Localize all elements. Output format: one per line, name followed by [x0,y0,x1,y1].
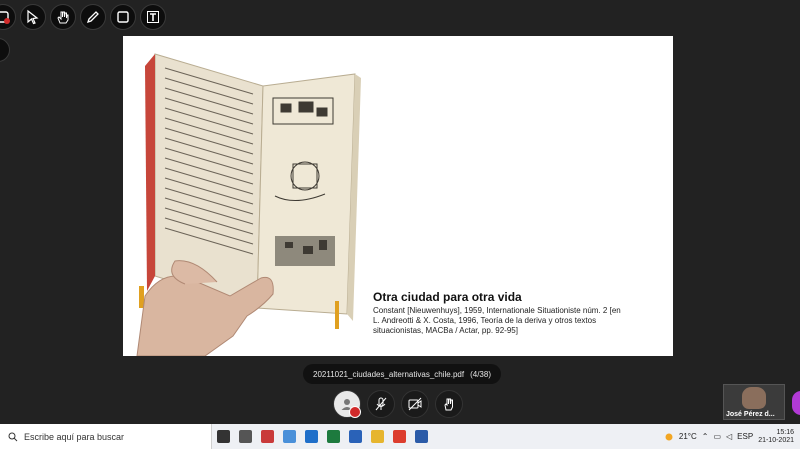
cortana-icon-glyph [216,430,230,443]
task-view-icon[interactable] [234,424,256,449]
network-icon[interactable]: ▭ [713,432,721,441]
participant-video [742,387,766,409]
date: 21-10-2021 [758,436,794,444]
app-icon[interactable] [278,424,300,449]
clock[interactable]: 15:16 21-10-2021 [758,429,794,445]
shared-slide: Otra ciudad para otra vida Constant [Nie… [123,36,673,356]
time: 15:16 [776,428,794,436]
chat-bubble-icon[interactable] [792,391,800,415]
slide-caption: Constant [Nieuwenhuys], 1959, Internatio… [373,306,621,335]
side-toggle-icon[interactable] [0,38,10,62]
app-icon-glyph [260,430,274,443]
chevron-up-icon[interactable]: ⌃ [702,432,709,441]
word-icon[interactable] [410,424,432,449]
file-name: 20211021_ciudades_alternativas_chile.pdf [313,369,465,379]
avatar-mute-icon[interactable] [333,390,361,418]
photos-icon-glyph [348,430,362,443]
word-icon-glyph [414,430,428,443]
participant-name: José Pérez d... [726,411,775,418]
pen-icon[interactable] [80,4,106,30]
windows-taskbar: Escribe aquí para buscar 21°C ⌃ ▭ ◁ ESP … [0,424,800,449]
slide-title: Otra ciudad para otra vida [373,290,522,304]
outlook-icon-glyph [304,430,318,443]
muted-badge-icon [349,406,361,418]
app-icon-glyph [282,430,296,443]
photos-icon[interactable] [344,424,366,449]
weather-sun-icon [665,433,673,440]
hand-icon[interactable] [50,4,76,30]
camera-off-icon[interactable] [401,390,429,418]
record-icon[interactable] [0,4,16,30]
taskbar-apps [212,424,432,449]
participant-tile[interactable]: José Pérez d... [723,384,785,420]
search-placeholder: Escribe aquí para buscar [24,431,125,442]
page-counter: (4/38) [470,369,491,379]
file-explorer-icon-glyph [370,430,384,443]
file-indicator: 20211021_ciudades_alternativas_chile.pdf… [303,364,501,384]
raise-hand-icon[interactable] [435,390,463,418]
task-view-icon-glyph [238,430,252,443]
volume-icon[interactable]: ◁ [726,432,732,441]
outlook-icon[interactable] [300,424,322,449]
file-explorer-icon[interactable] [366,424,388,449]
chrome-icon[interactable] [388,424,410,449]
call-controls [333,390,463,418]
square-icon[interactable] [110,4,136,30]
app-icon[interactable] [256,424,278,449]
text-icon[interactable] [140,4,166,30]
mic-off-icon[interactable] [367,390,395,418]
weather-temp: 21°C [678,432,697,441]
system-tray: 21°C ⌃ ▭ ◁ ESP 15:16 21-10-2021 [664,429,800,445]
taskbar-search-box[interactable]: Escribe aquí para buscar [0,424,212,449]
book-photo [136,53,361,356]
cursor-icon[interactable] [20,4,46,30]
annotation-toolbar [0,4,166,32]
search-icon [8,432,18,441]
chrome-icon-glyph [392,430,406,443]
excel-icon-glyph [326,430,340,443]
cortana-icon[interactable] [212,424,234,449]
excel-icon[interactable] [322,424,344,449]
language-indicator[interactable]: ESP [737,432,753,441]
